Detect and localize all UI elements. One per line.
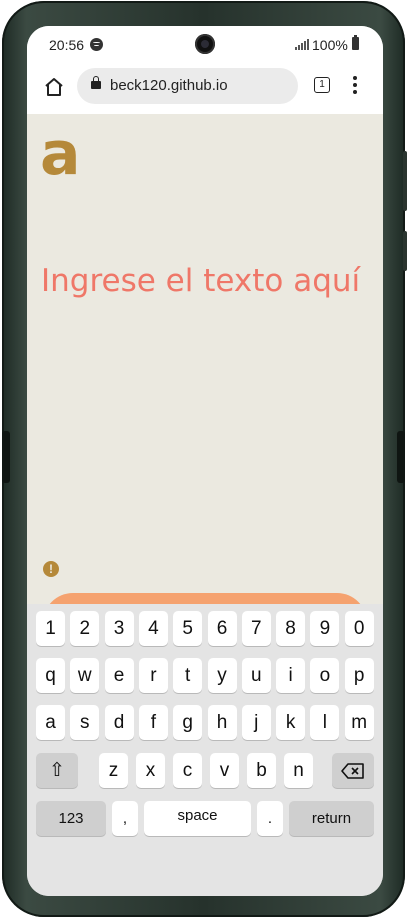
comma-key[interactable]: , xyxy=(112,801,138,836)
key-z[interactable]: z xyxy=(99,753,128,788)
key-o[interactable]: o xyxy=(310,658,340,693)
menu-dots-icon[interactable] xyxy=(353,76,357,94)
volume-button xyxy=(403,151,407,211)
key-1[interactable]: 1 xyxy=(36,611,65,646)
key-s[interactable]: s xyxy=(70,705,100,740)
web-page: a ! xyxy=(27,114,383,634)
power-button xyxy=(403,231,407,271)
status-bar: 20:56 100% xyxy=(27,26,383,64)
site-logo: a xyxy=(40,119,81,189)
address-bar[interactable]: beck120.github.io xyxy=(77,68,298,104)
key-g[interactable]: g xyxy=(173,705,203,740)
home-icon[interactable] xyxy=(43,76,65,98)
key-3[interactable]: 3 xyxy=(104,611,134,646)
screen: 20:56 100% beck120.github.io 1 a Ingrese… xyxy=(27,26,383,896)
text-input[interactable] xyxy=(41,256,371,306)
key-6[interactable]: 6 xyxy=(207,611,237,646)
key-8[interactable]: 8 xyxy=(276,611,306,646)
key-2[interactable]: 2 xyxy=(70,611,100,646)
key-7[interactable]: 7 xyxy=(241,611,271,646)
key-a[interactable]: a xyxy=(36,705,65,740)
hinge-left xyxy=(2,431,10,483)
signal-icon xyxy=(295,39,309,50)
key-u[interactable]: u xyxy=(241,658,271,693)
key-b[interactable]: b xyxy=(247,753,276,788)
lock-icon xyxy=(91,76,101,89)
period-key[interactable]: . xyxy=(257,801,283,836)
warning-icon: ! xyxy=(43,561,59,577)
spotify-icon xyxy=(90,38,103,51)
key-l[interactable]: l xyxy=(310,705,340,740)
key-r[interactable]: r xyxy=(138,658,168,693)
battery-icon xyxy=(352,35,359,50)
shift-key[interactable]: ⇧ xyxy=(36,753,78,788)
url-text: beck120.github.io xyxy=(110,77,228,94)
key-y[interactable]: y xyxy=(207,658,237,693)
numbers-key[interactable]: 123 xyxy=(36,801,106,836)
tabs-count-button[interactable]: 1 xyxy=(314,77,330,93)
key-f[interactable]: f xyxy=(138,705,168,740)
status-time: 20:56 xyxy=(49,37,85,53)
battery-percent: 100% xyxy=(312,37,348,53)
key-i[interactable]: i xyxy=(276,658,306,693)
key-h[interactable]: h xyxy=(207,705,237,740)
return-key[interactable]: return xyxy=(289,801,374,836)
on-screen-keyboard: 1234567890 qwertyuiop asdfghjklm zxcvbn … xyxy=(27,604,383,896)
key-t[interactable]: t xyxy=(173,658,203,693)
key-p[interactable]: p xyxy=(344,658,374,693)
key-v[interactable]: v xyxy=(210,753,239,788)
key-x[interactable]: x xyxy=(136,753,165,788)
key-m[interactable]: m xyxy=(344,705,374,740)
hinge-right xyxy=(397,431,405,483)
key-0[interactable]: 0 xyxy=(344,611,374,646)
key-c[interactable]: c xyxy=(173,753,202,788)
browser-toolbar: beck120.github.io 1 xyxy=(27,64,383,114)
space-key[interactable]: space xyxy=(144,801,251,836)
key-k[interactable]: k xyxy=(276,705,306,740)
key-9[interactable]: 9 xyxy=(310,611,340,646)
key-w[interactable]: w xyxy=(70,658,100,693)
front-camera-icon xyxy=(195,34,215,54)
key-d[interactable]: d xyxy=(104,705,134,740)
backspace-icon xyxy=(341,763,364,779)
backspace-key[interactable] xyxy=(332,753,374,788)
key-q[interactable]: q xyxy=(36,658,65,693)
key-5[interactable]: 5 xyxy=(173,611,203,646)
phone-frame: 20:56 100% beck120.github.io 1 a Ingrese… xyxy=(2,1,407,917)
key-4[interactable]: 4 xyxy=(138,611,168,646)
key-j[interactable]: j xyxy=(241,705,271,740)
key-n[interactable]: n xyxy=(284,753,313,788)
key-e[interactable]: e xyxy=(104,658,134,693)
